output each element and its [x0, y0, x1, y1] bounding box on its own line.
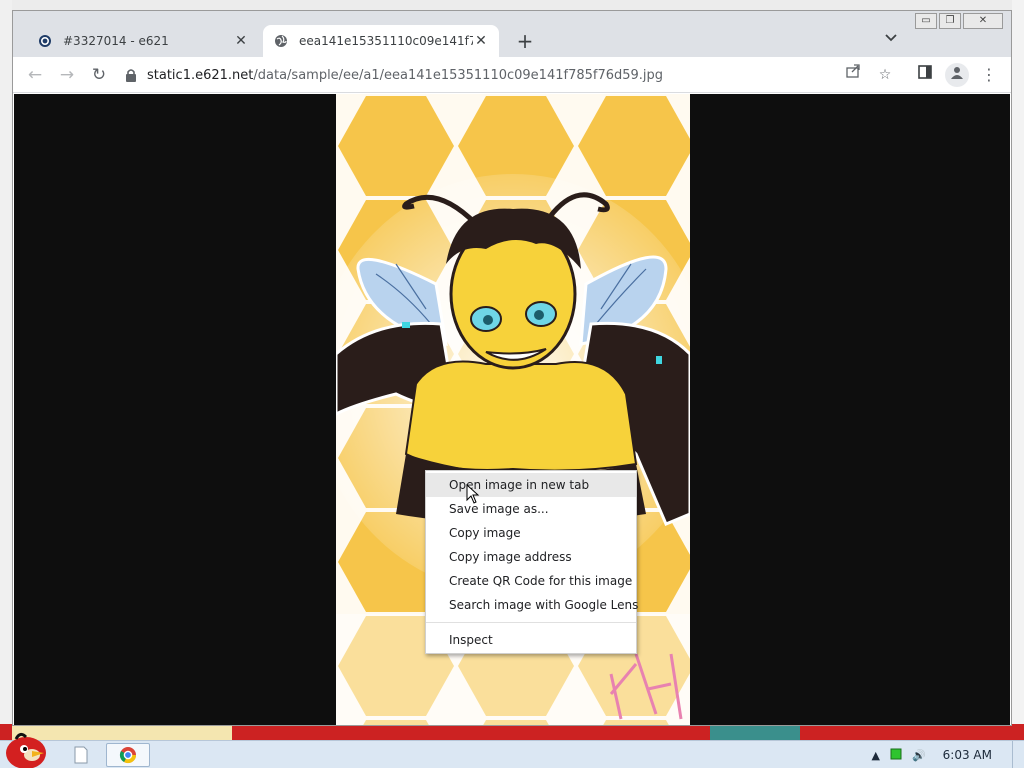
system-tray: ▲ 🔊 6:03 AM [867, 741, 1024, 768]
chrome-icon[interactable] [106, 743, 150, 767]
speaker-icon[interactable]: 🔊 [912, 749, 926, 762]
ctx-separator [426, 622, 636, 623]
url-host: static1.e621.net [147, 67, 254, 83]
window-controls: ▭ ❐ ✕ [915, 13, 1003, 29]
toolbar: ← → ↻ static1.e621.net/data/sample/ee/a1… [13, 57, 1011, 93]
tab-title: #3327014 - e621 [63, 34, 169, 48]
e621-favicon-icon [37, 33, 53, 49]
reload-icon[interactable]: ↻ [87, 63, 111, 87]
tray-up-arrow-icon[interactable]: ▲ [872, 749, 880, 762]
desktop-wallpaper-right [1012, 0, 1024, 740]
ctx-save-image-as[interactable]: Save image as... [426, 497, 636, 521]
back-arrow-icon[interactable]: ← [23, 63, 47, 87]
context-menu: Open image in new tab Save image as... C… [425, 470, 638, 654]
start-orb-icon[interactable] [2, 729, 48, 768]
profile-icon[interactable] [945, 63, 969, 87]
share-icon[interactable] [841, 63, 865, 87]
url-text: static1.e621.net/data/sample/ee/a1/eea14… [147, 68, 663, 83]
tab-search-chevron-down-icon[interactable] [885, 31, 897, 45]
tab-title: eea141e15351110c09e141f785f76d59.jpg [299, 34, 473, 48]
ctx-inspect[interactable]: Inspect [426, 628, 636, 652]
mouse-cursor-icon [466, 483, 480, 507]
wallpaper-segment [710, 724, 800, 740]
minimize-icon[interactable]: ▭ [915, 13, 937, 29]
taskbar: ▲ 🔊 6:03 AM [0, 732, 1024, 768]
url-path: /data/sample/ee/a1/eea141e15351110c09e14… [253, 67, 664, 83]
address-bar[interactable]: static1.e621.net/data/sample/ee/a1/eea14… [125, 61, 895, 89]
tab-close-icon[interactable]: ✕ [473, 33, 489, 49]
new-tab-plus-icon[interactable]: + [513, 29, 537, 53]
forward-arrow-icon[interactable]: → [55, 63, 79, 87]
lock-icon [125, 68, 137, 82]
maximize-icon[interactable]: ❐ [939, 13, 961, 29]
ctx-copy-image-address[interactable]: Copy image address [426, 545, 636, 569]
show-desktop-button[interactable] [1012, 741, 1024, 768]
tab-strip: #3327014 - e621 ✕ eea141e15351110c09e141… [13, 11, 1011, 57]
desktop-wallpaper-bottom [0, 724, 1024, 740]
star-icon[interactable]: ☆ [873, 63, 897, 87]
tab-close-icon[interactable]: ✕ [233, 33, 249, 49]
window-close-icon[interactable]: ✕ [963, 13, 1003, 29]
sidepanel-icon[interactable] [913, 63, 937, 87]
ctx-copy-image[interactable]: Copy image [426, 521, 636, 545]
ctx-open-image-new-tab[interactable]: Open image in new tab [426, 473, 636, 497]
ctx-search-google-lens[interactable]: Search image with Google Lens [426, 593, 638, 617]
menu-icon[interactable]: ⋮ [977, 63, 1001, 87]
network-icon[interactable] [890, 748, 902, 763]
ctx-create-qr-code[interactable]: Create QR Code for this image [426, 569, 636, 593]
tab-e621-post[interactable]: #3327014 - e621 ✕ [27, 25, 259, 57]
clock[interactable]: 6:03 AM [943, 748, 992, 762]
file-explorer-icon[interactable] [68, 743, 94, 767]
globe-icon [273, 33, 289, 49]
tab-image[interactable]: eea141e15351110c09e141f785f76d59.jpg ✕ [263, 25, 499, 57]
desktop-wallpaper-left [0, 0, 12, 740]
